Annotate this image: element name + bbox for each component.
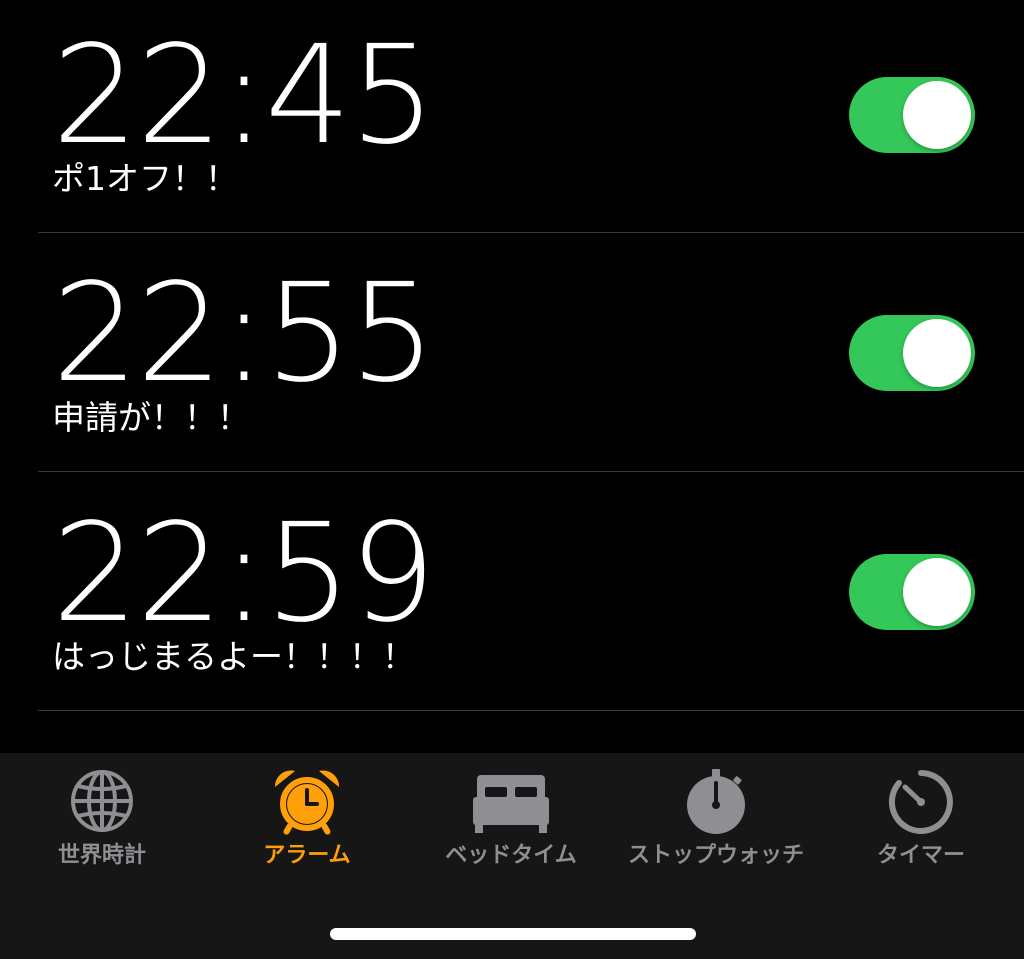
clock-app-screen: 22:45 ポ1オフ！！ 22:55 申請が！！！ 22:59 はっじまるよー！… [0, 0, 1024, 959]
toggle-knob [903, 558, 971, 626]
row-divider [38, 471, 1024, 472]
alarm-label: 申請が！！！ [52, 398, 250, 437]
tab-alarm[interactable]: アラーム [207, 767, 407, 877]
home-indicator[interactable] [330, 928, 696, 940]
toggle-knob [903, 81, 971, 149]
tab-stopwatch[interactable]: ストップウォッチ [616, 767, 816, 877]
globe-icon [71, 770, 133, 832]
tab-bedtime[interactable]: ベッドタイム [411, 767, 611, 877]
tab-label: タイマー [876, 843, 965, 868]
toggle-knob [903, 319, 971, 387]
bed-icon [473, 775, 549, 833]
row-divider [38, 710, 1024, 711]
alarm-toggle[interactable] [849, 77, 975, 153]
alarm-clock-icon [274, 770, 340, 835]
alarm-toggle[interactable] [849, 315, 975, 391]
alarm-label: ポ1オフ！！ [52, 159, 238, 198]
tab-world-clock[interactable]: 世界時計 [2, 767, 202, 877]
alarm-row[interactable]: 22:55 申請が！！！ [38, 239, 1024, 477]
timer-icon [888, 770, 953, 834]
tab-label: ベッドタイム [445, 843, 577, 868]
tab-label: ストップウォッチ [627, 843, 804, 868]
alarm-time: 22:45 [52, 17, 436, 175]
row-divider [38, 232, 1024, 233]
alarm-row[interactable]: 22:59 はっじまるよー！！！！ [38, 478, 1024, 716]
alarm-time: 22:55 [52, 255, 436, 413]
alarm-row[interactable]: 22:45 ポ1オフ！！ [38, 0, 1024, 238]
tab-label: 世界時計 [57, 843, 146, 868]
alarm-toggle[interactable] [849, 554, 975, 630]
alarm-time: 22:59 [52, 495, 436, 653]
alarm-label: はっじまるよー！！！！ [52, 637, 415, 676]
tab-label: アラーム [263, 843, 351, 868]
tab-timer[interactable]: タイマー [821, 767, 1021, 877]
stopwatch-icon [687, 769, 745, 834]
